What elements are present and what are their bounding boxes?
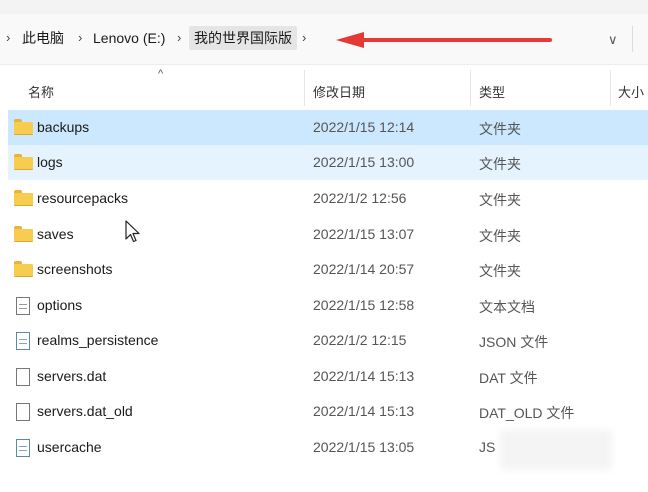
file-type: JS — [479, 439, 496, 455]
file-name: screenshots — [37, 261, 113, 277]
file-name: backups — [37, 119, 90, 135]
column-header-size[interactable]: 大小 — [618, 82, 644, 101]
folder-icon — [14, 154, 33, 170]
sort-ascending-icon: ^ — [158, 68, 164, 80]
breadcrumb-this-pc[interactable]: 此电脑 — [22, 26, 64, 50]
file-type: JSON 文件 — [479, 334, 549, 350]
watermark-blur — [500, 430, 612, 470]
file-date: 2022/1/14 15:13 — [313, 368, 415, 384]
column-header-name[interactable]: 名称 — [28, 82, 54, 101]
column-divider[interactable] — [304, 70, 305, 106]
file-icon — [16, 368, 30, 386]
file-type: 文件夹 — [479, 192, 521, 208]
file-type: 文件夹 — [479, 228, 521, 244]
chevron-down-icon[interactable]: ∨ — [608, 32, 618, 48]
file-name: resourcepacks — [37, 190, 129, 206]
file-date: 2022/1/15 12:14 — [313, 119, 415, 135]
folder-icon — [14, 119, 33, 135]
column-header-row: 名称 修改日期 类型 大小 — [0, 64, 648, 110]
file-type: DAT_OLD 文件 — [479, 405, 575, 421]
json-file-icon — [16, 439, 30, 457]
file-name: realms_persistence — [37, 332, 159, 348]
file-date: 2022/1/15 13:00 — [313, 154, 415, 170]
column-header-date[interactable]: 修改日期 — [313, 82, 365, 101]
column-header-type[interactable]: 类型 — [479, 82, 505, 101]
address-bar-divider — [632, 26, 633, 52]
file-date: 2022/1/2 12:15 — [313, 332, 407, 348]
file-date: 2022/1/15 12:58 — [313, 297, 415, 313]
file-name: usercache — [37, 439, 102, 455]
file-row[interactable]: options 2022/1/15 12:58 文本文档 — [8, 288, 648, 323]
chevron-right-icon[interactable]: › — [6, 30, 10, 45]
file-row[interactable]: realms_persistence 2022/1/2 12:15 JSON 文… — [8, 323, 648, 358]
folder-icon — [14, 261, 33, 277]
file-name: options — [37, 297, 83, 313]
json-file-icon — [16, 332, 30, 350]
file-row[interactable]: servers.dat 2022/1/14 15:13 DAT 文件 — [8, 359, 648, 394]
file-row[interactable]: backups 2022/1/15 12:14 文件夹 — [8, 110, 648, 145]
file-row[interactable]: logs 2022/1/15 13:00 文件夹 — [8, 145, 648, 180]
file-type: 文件夹 — [479, 121, 521, 137]
folder-icon — [14, 190, 33, 206]
file-date: 2022/1/15 13:05 — [313, 439, 415, 455]
file-row[interactable]: servers.dat_old 2022/1/14 15:13 DAT_OLD … — [8, 394, 648, 429]
mouse-cursor-icon — [125, 220, 140, 243]
file-icon — [16, 403, 30, 421]
column-divider[interactable] — [610, 70, 611, 106]
file-name: saves — [37, 226, 74, 242]
red-arrow-annotation — [336, 32, 552, 48]
breadcrumb-current-folder[interactable]: 我的世界国际版 — [189, 26, 297, 50]
file-type: 文件夹 — [479, 156, 521, 172]
file-date: 2022/1/14 20:57 — [313, 261, 415, 277]
file-type: 文本文档 — [479, 299, 535, 315]
file-date: 2022/1/2 12:56 — [313, 190, 407, 206]
file-date: 2022/1/14 15:13 — [313, 403, 415, 419]
file-row[interactable]: saves 2022/1/15 13:07 文件夹 — [8, 217, 648, 252]
file-name: servers.dat — [37, 368, 107, 384]
breadcrumb-drive[interactable]: Lenovo (E:) — [93, 26, 165, 50]
file-date: 2022/1/15 13:07 — [313, 226, 415, 242]
text-document-icon — [16, 297, 30, 315]
file-name: servers.dat_old — [37, 403, 133, 419]
file-row[interactable]: screenshots 2022/1/14 20:57 文件夹 — [8, 252, 648, 287]
address-bar[interactable]: › 此电脑 › Lenovo (E:) › 我的世界国际版 › ∨ — [0, 14, 648, 65]
chevron-right-icon[interactable]: › — [177, 30, 181, 45]
chevron-right-icon[interactable]: › — [302, 30, 306, 45]
window-top-strip — [0, 0, 648, 14]
folder-icon — [14, 226, 33, 242]
file-type: DAT 文件 — [479, 370, 538, 386]
file-name: logs — [37, 154, 63, 170]
chevron-right-icon[interactable]: › — [78, 30, 82, 45]
file-type: 文件夹 — [479, 263, 521, 279]
file-row[interactable]: resourcepacks 2022/1/2 12:56 文件夹 — [8, 181, 648, 216]
column-divider[interactable] — [470, 70, 471, 106]
